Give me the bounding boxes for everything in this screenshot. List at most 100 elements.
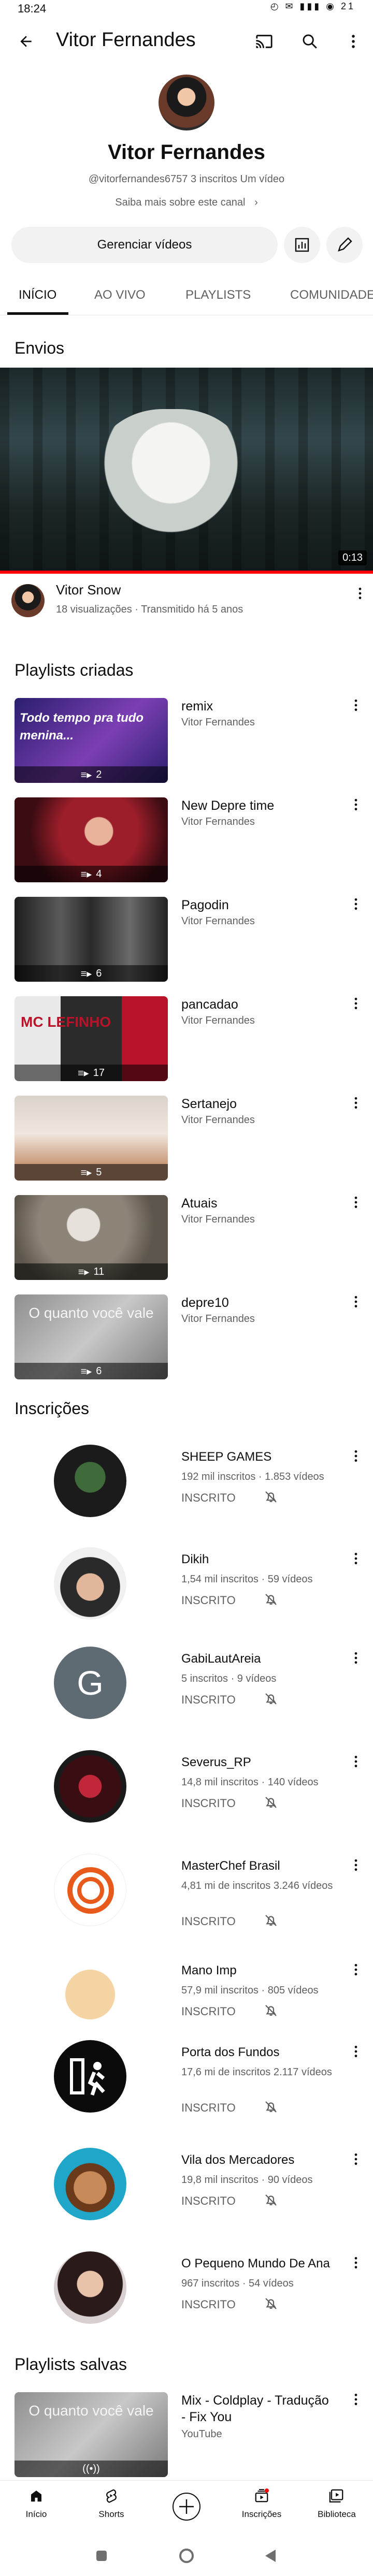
bell-off-icon[interactable] — [263, 1592, 279, 1607]
playlist-owner: Vitor Fernandes — [181, 1313, 255, 1325]
subscribed-button[interactable]: INSCRITO — [181, 2101, 236, 2115]
bell-off-icon[interactable] — [263, 1795, 279, 1810]
channel-avatar[interactable] — [159, 75, 214, 130]
subscribed-button[interactable]: INSCRITO — [181, 1594, 236, 1607]
featured-video-thumbnail[interactable]: 0:13 — [0, 368, 373, 571]
subscription-item[interactable]: Porta dos Fundos 17,6 mi de inscritos 2.… — [0, 2040, 373, 2138]
bell-off-icon[interactable] — [263, 2003, 279, 2018]
nav-library[interactable]: Biblioteca — [300, 2488, 373, 2520]
subscribed-button[interactable]: INSCRITO — [181, 1693, 236, 1707]
playlist-thumbnail[interactable]: O quanto você vale ≡▸ 6 — [15, 1294, 168, 1379]
channel-avatar[interactable]: G — [54, 1647, 126, 1719]
subscription-item[interactable]: Vila dos Mercadores 19,8 mil inscritos ·… — [0, 2148, 373, 2246]
subscribed-button[interactable]: INSCRITO — [181, 1797, 236, 1810]
bell-off-icon[interactable] — [263, 2099, 279, 2115]
tab-ao-vivo[interactable]: AO VIVO — [94, 288, 146, 302]
recents-icon[interactable] — [94, 2549, 109, 2563]
subscription-item[interactable]: Dikih 1,54 mil inscritos · 59 vídeos INS… — [0, 1547, 373, 1646]
playlist-menu-icon[interactable] — [348, 1191, 364, 1214]
subscription-menu-icon[interactable] — [348, 1750, 364, 1773]
subscribed-button[interactable]: INSCRITO — [181, 2194, 236, 2208]
playlist-menu-icon[interactable] — [348, 1290, 364, 1313]
saved-playlist-item[interactable]: O quanto você vale ((•)) Mix - Coldplay … — [0, 2392, 373, 2480]
tab-playlists[interactable]: PLAYLISTS — [185, 288, 251, 302]
channel-avatar[interactable] — [54, 1445, 126, 1517]
playlist-menu-icon[interactable] — [348, 694, 364, 717]
search-icon[interactable] — [297, 29, 322, 54]
bell-off-icon[interactable] — [263, 1913, 279, 1928]
playlist-list-icon: ≡▸ — [78, 1067, 89, 1079]
subscription-menu-icon[interactable] — [348, 2040, 364, 2063]
playlist-thumbnail[interactable]: O quanto você vale ((•)) — [15, 2392, 168, 2477]
channel-avatar[interactable] — [54, 2148, 126, 2220]
bell-off-icon[interactable] — [263, 1489, 279, 1505]
playlist-item[interactable]: ≡▸ 4 New Depre time Vitor Fernandes — [0, 797, 373, 896]
channel-avatar[interactable] — [54, 2040, 126, 2113]
subscribed-button[interactable]: INSCRITO — [181, 2298, 236, 2311]
bell-off-icon[interactable] — [263, 2296, 279, 2311]
subscription-menu-icon[interactable] — [348, 1958, 364, 1981]
manage-videos-button[interactable]: Gerenciar vídeos — [11, 227, 278, 263]
edit-channel-button[interactable] — [326, 227, 363, 263]
playlist-menu-icon[interactable] — [348, 1091, 364, 1114]
playlist-item[interactable]: ≡▸ 5 Sertanejo Vitor Fernandes — [0, 1096, 373, 1194]
subscribed-button[interactable]: INSCRITO — [181, 2005, 236, 2018]
more-options-icon[interactable] — [343, 29, 364, 54]
playlist-title: Sertanejo — [181, 1097, 237, 1111]
subscription-name: SHEEP GAMES — [181, 1450, 272, 1464]
home-circle-icon[interactable] — [178, 2548, 195, 2564]
playlist-menu-icon[interactable] — [348, 2388, 364, 2411]
channel-avatar[interactable] — [54, 1750, 126, 1823]
playlist-thumbnail[interactable]: MC LEFINHO ≡▸ 17 — [15, 996, 168, 1081]
channel-about-link[interactable]: Saiba mais sobre este canal › — [0, 197, 373, 209]
nav-shorts[interactable]: Shorts — [75, 2488, 148, 2520]
subscription-menu-icon[interactable] — [348, 2148, 364, 2171]
bell-off-icon[interactable] — [263, 2192, 279, 2208]
playlist-menu-icon[interactable] — [348, 992, 364, 1015]
subscribed-button[interactable]: INSCRITO — [181, 1915, 236, 1928]
channel-avatar[interactable] — [54, 1854, 126, 1926]
playlist-thumbnail[interactable]: Todo tempo pra tudo menina... ≡▸ 2 — [15, 698, 168, 783]
playlist-item[interactable]: ≡▸ 11 Atuais Vitor Fernandes — [0, 1195, 373, 1293]
subscription-menu-icon[interactable] — [348, 2251, 364, 2274]
video-menu-icon[interactable] — [352, 582, 368, 605]
channel-avatar[interactable] — [54, 1958, 126, 2031]
subscription-item[interactable]: Severus_RP 14,8 mil inscritos · 140 víde… — [0, 1750, 373, 1849]
playlist-item[interactable]: MC LEFINHO ≡▸ 17 pancadao Vitor Fernandes — [0, 996, 373, 1095]
video-title[interactable]: Vitor Snow — [56, 582, 121, 598]
subscription-menu-icon[interactable] — [348, 1547, 364, 1570]
subscription-item[interactable]: O Pequeno Mundo De Ana 967 inscritos · 5… — [0, 2251, 373, 2350]
playlist-thumbnail[interactable]: ≡▸ 4 — [15, 797, 168, 882]
subscribed-button[interactable]: INSCRITO — [181, 1491, 236, 1505]
back-icon[interactable] — [13, 29, 38, 54]
playlist-item[interactable]: ≡▸ 6 Pagodin Vitor Fernandes — [0, 897, 373, 995]
subscription-menu-icon[interactable] — [348, 1445, 364, 1467]
cast-icon[interactable] — [252, 29, 277, 54]
subscription-item[interactable]: SHEEP GAMES 192 mil inscritos · 1.853 ví… — [0, 1445, 373, 1543]
playlist-count-bar: ≡▸ 11 — [15, 1263, 168, 1280]
nav-home[interactable]: Início — [0, 2488, 73, 2520]
subscription-menu-icon[interactable] — [348, 1854, 364, 1876]
tab-inicio[interactable]: INÍCIO — [19, 288, 56, 302]
playlist-item[interactable]: Todo tempo pra tudo menina... ≡▸ 2 remix … — [0, 698, 373, 796]
playlist-thumbnail[interactable]: ≡▸ 5 — [15, 1096, 168, 1181]
subscription-item[interactable]: G GabiLautAreia 5 inscritos · 9 vídeos I… — [0, 1647, 373, 1745]
playlist-list-icon: ≡▸ — [80, 769, 92, 781]
video-channel-avatar[interactable] — [11, 584, 45, 617]
playlist-menu-icon[interactable] — [348, 793, 364, 816]
tab-comunidade[interactable]: COMUNIDADE — [290, 288, 373, 302]
playlist-thumbnail[interactable]: ≡▸ 6 — [15, 897, 168, 982]
analytics-button[interactable] — [284, 227, 320, 263]
subscription-item[interactable]: MasterChef Brasil 4,81 mi de inscritos 3… — [0, 1854, 373, 1952]
playlist-item[interactable]: O quanto você vale ≡▸ 6 depre10 Vitor Fer… — [0, 1294, 373, 1393]
channel-avatar[interactable] — [54, 1547, 126, 1620]
playlist-title: remix — [181, 699, 213, 714]
back-triangle-icon[interactable] — [263, 2548, 279, 2564]
channel-avatar[interactable] — [54, 2251, 126, 2324]
nav-create[interactable] — [150, 2491, 223, 2525]
playlist-thumbnail[interactable]: ≡▸ 11 — [15, 1195, 168, 1280]
bell-off-icon[interactable] — [263, 1691, 279, 1707]
nav-subscriptions[interactable]: Inscrições — [225, 2488, 298, 2520]
playlist-menu-icon[interactable] — [348, 893, 364, 915]
subscription-menu-icon[interactable] — [348, 1647, 364, 1669]
